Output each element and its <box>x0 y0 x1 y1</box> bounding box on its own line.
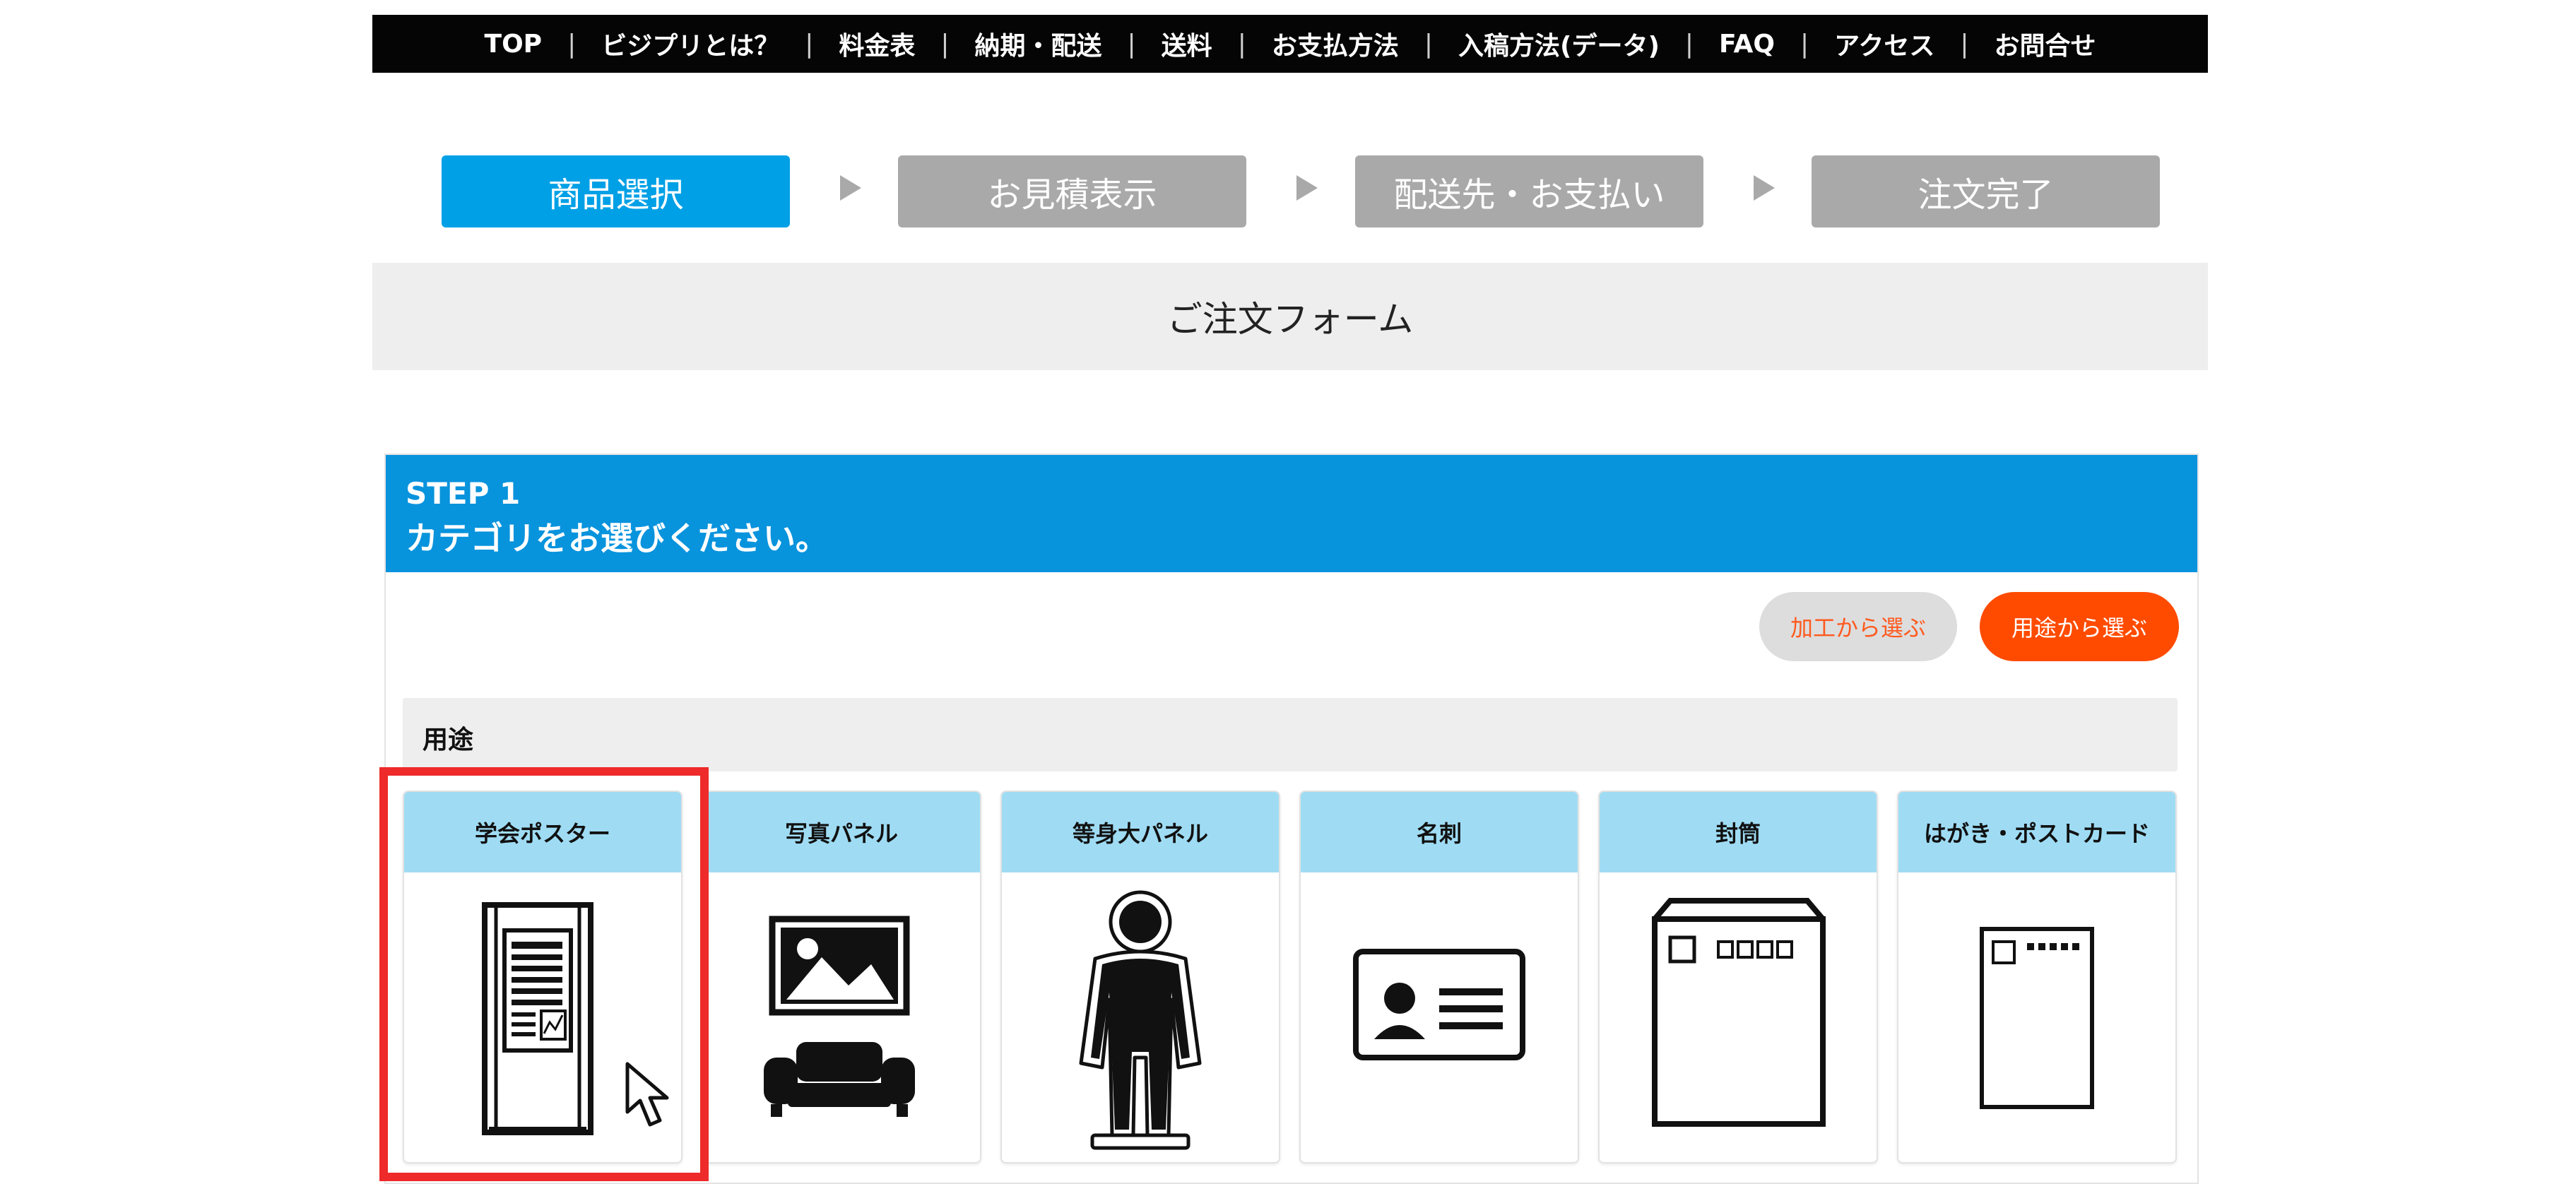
life-size-panel-icon <box>1079 890 1202 1150</box>
envelope-icon <box>1652 898 1826 1127</box>
nav-separator: | <box>1424 29 1433 59</box>
nav-item-top[interactable]: TOP <box>480 30 547 59</box>
nav-separator: | <box>1800 29 1809 59</box>
nav-separator: | <box>1684 29 1694 59</box>
step-delivery-payment: 配送先・お支払い <box>1355 155 1703 227</box>
category-card-title: 写真パネル <box>703 792 980 872</box>
nav-item-contact[interactable]: お問合せ <box>1990 25 2100 62</box>
business-card-icon <box>1353 949 1525 1060</box>
category-card-business-card[interactable]: 名刺 <box>1299 791 1579 1164</box>
postcard-icon <box>1980 927 2094 1109</box>
nav-item-payment[interactable]: お支払方法 <box>1268 25 1403 62</box>
cursor-pointer-icon <box>625 1062 669 1127</box>
select-by-use-button[interactable]: 用途から選ぶ <box>1980 592 2179 661</box>
category-card-envelope[interactable]: 封筒 <box>1598 791 1878 1164</box>
nav-separator: | <box>1237 29 1246 59</box>
category-card-title: 等身大パネル <box>1002 792 1279 872</box>
category-card-postcard[interactable]: はがき・ポストカード <box>1897 791 2177 1164</box>
category-card-photo-panel[interactable]: 写真パネル <box>702 791 981 1164</box>
nav-item-faq[interactable]: FAQ <box>1715 30 1779 59</box>
step-estimate: お見積表示 <box>898 155 1246 227</box>
category-card-life-size-panel[interactable]: 等身大パネル <box>1000 791 1280 1164</box>
step-arrow-icon <box>840 175 861 201</box>
category-card-title: 名刺 <box>1301 792 1578 872</box>
section-header: 用途 <box>403 698 2178 771</box>
nav-separator: | <box>805 29 814 59</box>
category-card-title: 封筒 <box>1600 792 1877 872</box>
section-title: 用途 <box>423 726 474 754</box>
top-navigation: TOP | ビジプリとは？ | 料金表 | 納期・配送 | 送料 | お支払方法… <box>372 15 2208 73</box>
category-card-title: はがき・ポストカード <box>1898 792 2175 872</box>
nav-item-delivery[interactable]: 納期・配送 <box>971 25 1106 62</box>
nav-item-access[interactable]: アクセス <box>1830 25 1939 62</box>
step-arrow-icon <box>1754 175 1775 201</box>
nav-item-about[interactable]: ビジプリとは？ <box>597 25 784 62</box>
step-product-selection: 商品選択 <box>442 155 790 227</box>
step-instruction: カテゴリをお選びください。 <box>406 519 828 557</box>
nav-item-shipping[interactable]: 送料 <box>1157 25 1217 62</box>
photo-panel-icon <box>764 916 915 1117</box>
nav-separator: | <box>1960 29 1969 59</box>
nav-item-data-submission[interactable]: 入稿方法(データ) <box>1454 25 1664 62</box>
step-order-complete: 注文完了 <box>1812 155 2160 227</box>
step-panel-header: STEP 1 カテゴリをお選びください。 <box>386 455 2197 572</box>
select-by-process-button[interactable]: 加工から選ぶ <box>1759 592 1957 661</box>
step-label: STEP 1 <box>406 476 521 511</box>
nav-separator: | <box>1127 29 1136 59</box>
step-arrow-icon <box>1296 175 1318 201</box>
form-title-banner: ご注文フォーム <box>372 263 2208 370</box>
nav-separator: | <box>567 29 577 59</box>
nav-separator: | <box>940 29 950 59</box>
nav-item-price-list[interactable]: 料金表 <box>834 25 919 62</box>
form-title: ご注文フォーム <box>1166 299 1414 340</box>
